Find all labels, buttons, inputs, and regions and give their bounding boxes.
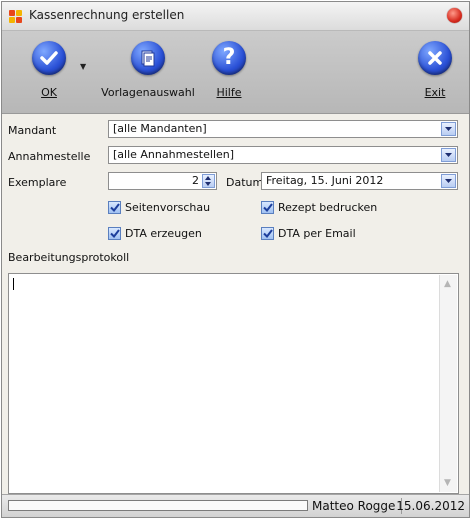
exit-label: Exit: [424, 86, 446, 99]
chevron-down-icon[interactable]: [441, 148, 456, 162]
question-icon: ?: [212, 41, 246, 75]
status-date: 15.06.2012: [396, 499, 465, 513]
checkmark-icon[interactable]: [261, 227, 274, 240]
template-selection-button[interactable]: Vorlagenauswahl: [98, 41, 198, 99]
mandant-value: [alle Mandanten]: [113, 122, 207, 135]
exemplare-label: Exemplare: [8, 176, 67, 189]
checkbox-dta-per-email[interactable]: DTA per Email: [261, 227, 356, 240]
progress-bar: [8, 500, 308, 511]
scroll-down-icon[interactable]: ▼: [444, 478, 451, 488]
log-textarea[interactable]: ▲ ▼: [8, 273, 459, 494]
status-bar: Matteo Rogge 15.06.2012: [2, 494, 469, 517]
title-bar[interactable]: Kassenrechnung erstellen: [2, 2, 469, 31]
exemplare-stepper[interactable]: 2: [108, 172, 217, 190]
app-window: Kassenrechnung erstellen OK ▼ Vorlagenau…: [1, 1, 470, 518]
checkbox-label: Seitenvorschau: [125, 201, 211, 214]
checkbox-label: DTA per Email: [278, 227, 356, 240]
toolbar: OK ▼ Vorlagenauswahl ? Hilfe Exit: [2, 31, 469, 114]
help-button[interactable]: ? Hilfe: [212, 41, 246, 99]
ok-dropdown-icon[interactable]: ▼: [80, 62, 86, 71]
spinner-icon[interactable]: [202, 174, 215, 188]
app-logo-icon: [9, 10, 23, 24]
exemplare-value: 2: [192, 174, 199, 187]
template-selection-label: Vorlagenauswahl: [101, 86, 195, 99]
scroll-up-icon[interactable]: ▲: [444, 279, 451, 289]
help-label: Hilfe: [216, 86, 242, 99]
checkbox-rezept-bedrucken[interactable]: Rezept bedrucken: [261, 201, 377, 214]
checkmark-icon[interactable]: [108, 201, 121, 214]
annahmestelle-label: Annahmestelle: [8, 150, 91, 163]
mandant-select[interactable]: [alle Mandanten]: [108, 120, 458, 138]
checkbox-dta-erzeugen[interactable]: DTA erzeugen: [108, 227, 202, 240]
status-user: Matteo Rogge: [312, 498, 403, 514]
datum-picker[interactable]: Freitag, 15. Juni 2012: [261, 172, 458, 190]
checkmark-icon[interactable]: [108, 227, 121, 240]
document-template-icon: [131, 41, 165, 75]
mandant-label: Mandant: [8, 124, 57, 137]
exit-button[interactable]: Exit: [418, 41, 452, 99]
close-window-button[interactable]: [447, 8, 462, 23]
checkmark-icon: [32, 41, 66, 75]
checkbox-seitenvorschau[interactable]: Seitenvorschau: [108, 201, 210, 214]
annahmestelle-select[interactable]: [alle Annahmestellen]: [108, 146, 458, 164]
ok-label: OK: [41, 86, 57, 99]
datum-label: Datum: [226, 176, 264, 189]
ok-button[interactable]: OK: [32, 41, 66, 99]
close-icon: [418, 41, 452, 75]
checkbox-label: Rezept bedrucken: [278, 201, 378, 214]
datum-value: Freitag, 15. Juni 2012: [266, 174, 384, 187]
checkmark-icon[interactable]: [261, 201, 274, 214]
chevron-down-icon[interactable]: [441, 174, 456, 188]
log-label: Bearbeitungsprotokoll: [8, 251, 130, 264]
window-title: Kassenrechnung erstellen: [29, 8, 185, 22]
annahmestelle-value: [alle Annahmestellen]: [113, 148, 235, 161]
chevron-down-icon[interactable]: [441, 122, 456, 136]
vertical-scrollbar[interactable]: ▲ ▼: [439, 275, 457, 492]
checkbox-label: DTA erzeugen: [125, 227, 202, 240]
text-caret: [13, 278, 14, 290]
